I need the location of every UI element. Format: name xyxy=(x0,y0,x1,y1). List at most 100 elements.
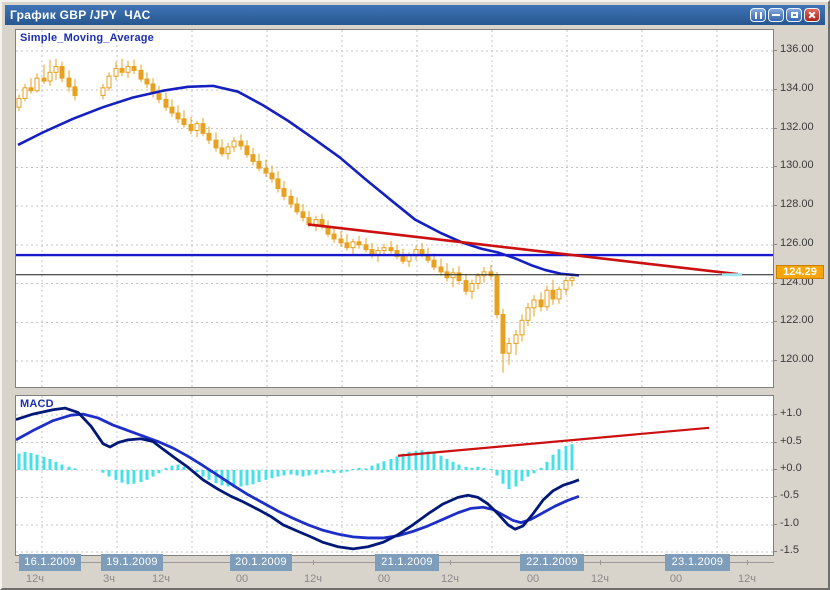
candle xyxy=(226,147,230,154)
macd-tick-label: -1.5 xyxy=(780,544,799,556)
candle xyxy=(73,87,77,96)
pause-button[interactable] xyxy=(750,8,766,22)
time-tick-label: 12ч xyxy=(591,573,609,585)
candle xyxy=(232,141,236,147)
candle xyxy=(439,267,443,272)
signal-line xyxy=(16,414,579,538)
candle xyxy=(564,281,568,290)
macd-histogram-bar xyxy=(508,470,511,489)
macd-histogram-bar xyxy=(333,470,336,473)
candle xyxy=(114,68,118,76)
time-tick-label: 12ч xyxy=(26,573,44,585)
date-label: 21.1.2009 xyxy=(375,554,439,571)
price-tick xyxy=(773,205,777,206)
candle xyxy=(382,248,386,251)
candle xyxy=(35,78,39,91)
macd-line xyxy=(16,408,579,549)
macd-histogram-bar xyxy=(302,470,305,477)
time-tick-label: 00 xyxy=(527,573,539,585)
macd-histogram-bar xyxy=(371,466,374,470)
candle xyxy=(48,72,52,81)
macd-histogram-bar xyxy=(108,470,111,477)
macd-histogram-bar xyxy=(465,467,468,470)
macd-tick-label: -1.0 xyxy=(780,517,799,529)
candle xyxy=(270,173,274,179)
macd-histogram-bar xyxy=(502,470,505,484)
macd-histogram-bar xyxy=(140,470,143,482)
macd-panel[interactable]: MACD xyxy=(15,395,774,556)
macd-histogram-bar xyxy=(308,470,311,475)
time-tick-label: 00 xyxy=(670,573,682,585)
macd-histogram-bar xyxy=(24,452,27,470)
macd-histogram-bar xyxy=(327,470,330,472)
candle xyxy=(201,124,205,134)
macd-histogram-bar xyxy=(55,462,58,470)
price-tick-label: 122.00 xyxy=(780,314,814,326)
candle xyxy=(507,344,511,354)
candle xyxy=(67,78,71,87)
macd-histogram-bar xyxy=(49,459,52,470)
window-buttons xyxy=(750,8,820,22)
candle xyxy=(526,308,530,321)
macd-histogram-bar xyxy=(102,470,105,473)
candle xyxy=(126,67,130,73)
macd-tick xyxy=(773,551,777,552)
macd-histogram-bar xyxy=(452,462,455,470)
macd-indicator-label: MACD xyxy=(20,398,54,410)
macd-histogram-bar xyxy=(483,468,486,470)
minimize-button[interactable] xyxy=(768,8,784,22)
window-titlebar[interactable]: График GBP /JPY ЧАС xyxy=(5,5,825,25)
date-label: 20.1.2009 xyxy=(230,554,292,571)
date-label: 16.1.2009 xyxy=(19,554,81,571)
candle xyxy=(214,140,218,148)
macd-histogram-bar xyxy=(571,444,574,470)
price-tick xyxy=(773,360,777,361)
close-button[interactable] xyxy=(804,8,820,22)
candle xyxy=(195,124,199,131)
candle xyxy=(351,242,355,248)
candle xyxy=(101,88,105,96)
macd-histogram-bar xyxy=(540,468,543,470)
date-label: 22.1.2009 xyxy=(520,554,584,571)
macd-tick xyxy=(773,414,777,415)
macd-histogram-bar xyxy=(358,468,361,470)
candle xyxy=(164,99,168,107)
time-tick xyxy=(313,560,314,565)
candle xyxy=(470,284,474,292)
candle xyxy=(407,255,411,261)
time-tick-label: 12ч xyxy=(152,573,170,585)
macd-histogram-bar xyxy=(196,470,199,472)
macd-histogram-bar xyxy=(146,470,149,480)
time-tick-label: 12ч xyxy=(441,573,459,585)
candle xyxy=(251,155,255,162)
candle xyxy=(314,220,318,225)
macd-histogram-bar xyxy=(521,470,524,481)
candle xyxy=(532,300,536,308)
candle xyxy=(295,204,299,212)
app-window: График GBP /JPY ЧАС Simple_Moving_Averag… xyxy=(0,0,830,590)
macd-tick-label: +1.0 xyxy=(780,407,802,419)
macd-histogram-bar xyxy=(36,455,39,470)
macd-histogram-bar xyxy=(440,456,443,470)
candle xyxy=(457,273,461,281)
macd-histogram-bar xyxy=(43,457,46,470)
macd-histogram-bar xyxy=(565,446,568,470)
candle xyxy=(60,67,64,79)
macd-tick-label: -0.5 xyxy=(780,489,799,501)
macd-histogram-bar xyxy=(383,461,386,470)
macd-histogram-bar xyxy=(533,470,536,473)
close-icon xyxy=(808,11,816,19)
macd-histogram-bar xyxy=(165,468,168,470)
maximize-button[interactable] xyxy=(786,8,802,22)
macd-histogram-bar xyxy=(121,470,124,483)
candle xyxy=(207,133,211,140)
macd-histogram-bar xyxy=(258,470,261,482)
macd-histogram-bar xyxy=(346,470,349,472)
macd-histogram-bar xyxy=(340,470,343,473)
price-chart-panel[interactable]: Simple_Moving_Average xyxy=(15,29,774,388)
price-tick xyxy=(773,283,777,284)
time-tick-label: 00 xyxy=(236,573,248,585)
macd-histogram-bar xyxy=(446,459,449,470)
current-price-tag: 124.29 xyxy=(776,265,824,279)
macd-histogram-bar xyxy=(390,459,393,470)
